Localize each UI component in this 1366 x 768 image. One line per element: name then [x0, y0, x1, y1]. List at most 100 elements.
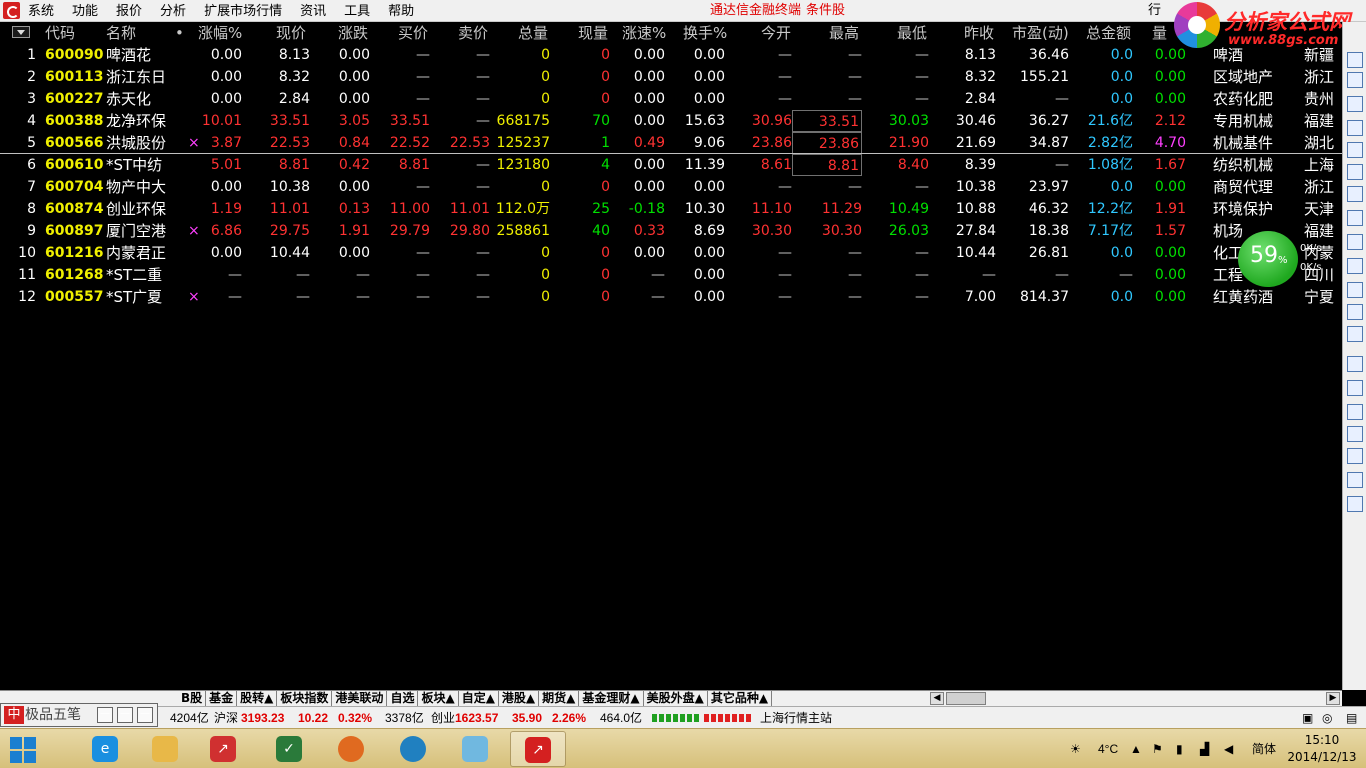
taskbar-tdx-active[interactable]: ↗	[510, 731, 566, 767]
category-tab[interactable]: 其它品种▲	[708, 691, 773, 707]
column-header[interactable]: •	[175, 22, 184, 44]
tray-wifi-icon[interactable]: ▟	[1200, 729, 1209, 768]
horizontal-scrollbar[interactable]	[946, 692, 986, 705]
status-menu-icon[interactable]: ▤	[1346, 707, 1357, 729]
condition-stock-link[interactable]: 条件股	[806, 0, 845, 22]
toolbar-etf-icon[interactable]	[1347, 426, 1363, 442]
column-header[interactable]: 昨收	[964, 22, 994, 44]
toolbar-compare-icon[interactable]	[1347, 258, 1363, 274]
column-header[interactable]: 最低	[897, 22, 927, 44]
tray-flag-icon[interactable]: ⚑	[1152, 729, 1163, 768]
toolbar-grid-icon[interactable]	[1347, 120, 1363, 136]
taskbar-ie[interactable]: e	[78, 731, 134, 767]
toolbar-folder-icon[interactable]	[1347, 356, 1363, 372]
weather-icon[interactable]: ☀	[1070, 729, 1081, 768]
category-tab[interactable]: 板块指数	[277, 691, 333, 707]
menu-extended-market[interactable]: 扩展市场行情	[204, 0, 282, 22]
terminal-title-link[interactable]: 通达信金融终端	[710, 0, 801, 22]
toolbar-chart-line-icon[interactable]	[1347, 142, 1363, 158]
category-tab[interactable]: 港股▲	[499, 691, 540, 707]
memory-ball-widget[interactable]: 59 %	[1238, 231, 1298, 287]
taskbar-network[interactable]	[386, 731, 442, 767]
cell-low: 10.49	[888, 201, 929, 217]
tab-scroll-right-icon[interactable]: ▶	[1326, 692, 1340, 705]
toolbar-formula-icon[interactable]	[1347, 304, 1363, 320]
toolbar-print-icon[interactable]	[1347, 472, 1363, 488]
category-tab[interactable]: 美股外盘▲	[644, 691, 708, 707]
app-logo-icon[interactable]	[3, 2, 20, 19]
toolbar-circle-icon[interactable]	[1347, 326, 1363, 342]
column-header[interactable]: 最高	[829, 22, 859, 44]
column-header[interactable]: 今开	[761, 22, 791, 44]
column-header[interactable]: 市盈(动)	[1012, 22, 1069, 44]
column-header[interactable]: 总金额	[1086, 22, 1131, 44]
taskbar-security[interactable]: ✓	[262, 731, 318, 767]
column-header[interactable]: 名称	[106, 22, 136, 44]
category-tab[interactable]: 基金	[206, 691, 238, 707]
column-header[interactable]: 量	[1152, 22, 1167, 44]
menu-cut-label[interactable]: 行	[1148, 0, 1170, 22]
menu-function[interactable]: 功能	[72, 0, 98, 22]
toolbar-list-icon[interactable]	[1347, 96, 1363, 112]
tray-volume-icon[interactable]: ◀	[1224, 729, 1233, 768]
category-tab[interactable]: 自定▲	[459, 691, 499, 707]
column-header[interactable]: 涨速%	[622, 22, 666, 44]
cell-code: 000557	[45, 289, 104, 305]
column-header[interactable]: 换手%	[683, 22, 727, 44]
column-header[interactable]: 现价	[276, 22, 306, 44]
column-header[interactable]: 买价	[398, 22, 428, 44]
category-tab[interactable]: 股转▲	[237, 691, 278, 707]
menu-news[interactable]: 资讯	[300, 0, 326, 22]
taskbar-browser[interactable]	[324, 731, 380, 767]
column-header[interactable]: 涨幅%	[198, 22, 242, 44]
toolbar-export-icon[interactable]	[1347, 448, 1363, 464]
column-header[interactable]: 涨跌	[338, 22, 368, 44]
tab-scroll-left-icon[interactable]: ◀	[930, 692, 944, 705]
toolbar-settings-icon[interactable]	[1347, 496, 1363, 512]
menu-quote[interactable]: 报价	[116, 0, 142, 22]
category-tab[interactable]: 自选	[387, 691, 419, 707]
ime-button-3[interactable]: —	[137, 707, 153, 723]
menu-analysis[interactable]: 分析	[160, 0, 186, 22]
menu-help[interactable]: 帮助	[388, 0, 414, 22]
category-tab[interactable]: 板块▲	[418, 691, 459, 707]
toolbar-sort-icon[interactable]	[1347, 380, 1363, 396]
browser-icon	[338, 736, 364, 762]
toolbar-fiz-icon[interactable]	[1347, 282, 1363, 298]
system-clock[interactable]: 15:10 2014/12/13	[1282, 732, 1362, 766]
ime-button-2[interactable]: —	[117, 707, 133, 723]
taskbar-explorer[interactable]	[138, 731, 194, 767]
windows-start-icon[interactable]	[10, 737, 36, 763]
category-tab[interactable]: 期货▲	[539, 691, 580, 707]
menu-tools[interactable]: 工具	[344, 0, 370, 22]
cell-low: —	[915, 179, 929, 195]
ime-mode[interactable]: 简体	[1252, 729, 1276, 768]
toolbar-level-icon[interactable]	[1347, 234, 1363, 250]
category-tab[interactable]: 基金理财▲	[579, 691, 644, 707]
column-header[interactable]: 现量	[578, 22, 608, 44]
column-header[interactable]: 代码	[45, 22, 75, 44]
taskbar-notes[interactable]	[448, 731, 504, 767]
sort-dropdown-icon[interactable]	[12, 26, 30, 38]
status-lock-icon[interactable]: ▣	[1302, 707, 1313, 729]
column-header[interactable]: 总量	[518, 22, 548, 44]
toolbar-expand-icon[interactable]	[1347, 404, 1363, 420]
tray-power-icon[interactable]: ▮	[1176, 729, 1183, 768]
toolbar-f10-icon[interactable]	[1347, 210, 1363, 226]
temperature[interactable]: 4°C	[1098, 729, 1118, 768]
ime-button-1[interactable]: —	[97, 707, 113, 723]
toolbar-bars-icon[interactable]	[1347, 186, 1363, 202]
tray-expand-icon[interactable]: ▲	[1130, 729, 1142, 768]
column-header[interactable]: 卖价	[458, 22, 488, 44]
menu-system[interactable]: 系统	[28, 0, 54, 22]
toolbar-up-icon[interactable]	[1347, 52, 1363, 68]
ime-input-box[interactable]: 中 极品五笔 — — —	[0, 703, 158, 727]
category-tab[interactable]: 港美联动	[332, 691, 388, 707]
toolbar-candle-icon[interactable]	[1347, 164, 1363, 180]
toolbar-down-icon[interactable]	[1347, 72, 1363, 88]
cell-ratio: 2.12	[1154, 113, 1186, 129]
category-tab[interactable]: B股	[178, 691, 207, 707]
taskbar-stock-app[interactable]: ↗	[196, 731, 252, 767]
cell-industry: 专用机械	[1213, 112, 1274, 130]
server-name[interactable]: 上海行情主站	[760, 707, 832, 729]
